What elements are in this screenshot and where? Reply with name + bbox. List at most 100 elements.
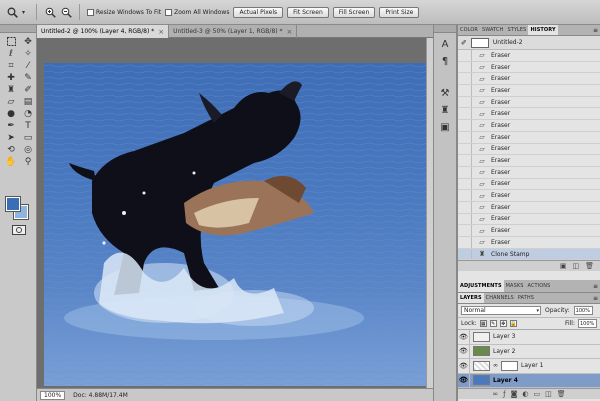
lasso-tool-icon[interactable]: ℓ [4,48,18,59]
tool-presets-icon[interactable]: ⚒ [438,87,452,99]
history-brush-source-icon[interactable]: ✐ [461,39,467,47]
blend-mode-select[interactable]: Normal ▾ [461,306,541,315]
foreground-color-swatch[interactable] [5,196,21,212]
info-panel-icon[interactable]: ▣ [438,121,452,133]
clone-source-icon[interactable]: ♜ [438,104,452,116]
tab-history[interactable]: HISTORY [528,25,558,35]
tab-swatches[interactable]: SWATCH [480,25,506,35]
tab-channels[interactable]: CHANNELS [484,293,516,303]
crop-tool-icon[interactable]: ⌗ [4,60,18,71]
lock-position-icon[interactable]: ✥ [499,320,507,327]
lock-transparency-icon[interactable]: ▦ [479,320,487,327]
paragraph-panel-icon[interactable]: ¶ [438,55,452,67]
checkbox-box[interactable] [165,8,173,16]
history-state[interactable]: ▱ Eraser [458,237,600,249]
layer-row-layer-2[interactable]: 👁 Layer 2 [458,344,600,359]
layer-row-layer-4[interactable]: 👁 Layer 4 [458,373,600,388]
blur-tool-icon[interactable]: ● [4,108,18,119]
history-state[interactable]: ▱ Eraser [458,120,600,132]
character-panel-icon[interactable]: A [438,38,452,50]
actual-pixels-button[interactable]: Actual Pixels [233,6,284,18]
visibility-eye-icon[interactable]: 👁 [458,359,470,373]
visibility-eye-icon[interactable]: 👁 [458,330,470,344]
gradient-tool-icon[interactable]: ▤ [21,96,35,107]
doc-tab-untitled-3[interactable]: Untitled-3 @ 50% (Layer 1, RGB/8) * × [169,25,298,38]
print-size-button[interactable]: Print Size [379,6,420,18]
magic-wand-tool-icon[interactable]: ✧ [21,48,35,59]
document-size-info[interactable]: Doc: 4.88M/17.4M [73,392,128,399]
doc-tab-untitled-2[interactable]: Untitled-2 @ 100% (Layer 4, RGB/8) * × [37,25,170,38]
history-state[interactable]: ▱ Eraser [458,85,600,97]
layer-mask-thumbnail[interactable] [501,360,518,371]
history-state[interactable]: ▱ Eraser [458,50,600,62]
zoom-out-icon[interactable] [60,6,72,18]
history-state[interactable]: ▱ Eraser [458,190,600,202]
new-layer-icon[interactable]: ◫ [545,390,552,398]
visibility-eye-icon[interactable]: 👁 [458,344,470,358]
close-icon[interactable]: × [287,28,293,36]
history-state[interactable]: ▱ Eraser [458,225,600,237]
3d-orbit-tool-icon[interactable]: ◎ [21,144,35,155]
history-brush-tool-icon[interactable]: ✐ [21,84,35,95]
tab-masks[interactable]: MASKS [504,280,526,292]
fit-screen-button[interactable]: Fit Screen [287,6,329,18]
path-selection-tool-icon[interactable]: ➤ [4,132,18,143]
layer-row-layer-3[interactable]: 👁 Layer 3 [458,330,600,345]
history-state[interactable]: ▱ Eraser [458,108,600,121]
panel-menu-icon[interactable]: ≡ [591,293,600,303]
tool-preset-dropdown-icon[interactable]: ▾ [22,9,25,16]
visibility-eye-icon[interactable]: 👁 [458,373,470,387]
eyedropper-tool-icon[interactable]: ⁄ [21,60,35,71]
quick-mask-icon[interactable] [12,225,26,235]
layer-style-icon[interactable]: ƒ [503,390,505,398]
history-state[interactable]: ▱ Eraser [458,166,600,179]
history-snapshot[interactable]: ✐ Untitled-2 [458,36,600,50]
zoom-level-field[interactable]: 100% [40,390,66,400]
tab-adjustments[interactable]: ADJUSTMENTS [458,280,504,292]
trash-icon[interactable]: 🗑 [585,262,594,270]
lock-all-icon[interactable]: 🔒 [509,320,517,327]
pen-tool-icon[interactable]: ✒ [4,120,18,131]
checkbox-box[interactable] [87,8,95,16]
zoom-in-icon[interactable] [44,6,56,18]
panel-menu-icon[interactable]: ≡ [591,280,600,292]
opacity-field[interactable]: 100% [573,306,593,315]
tab-color[interactable]: COLOR [458,25,480,35]
history-state-current[interactable]: ♜ Clone Stamp [458,248,600,261]
history-state[interactable]: ▱ Eraser [458,96,600,109]
history-state[interactable]: ▱ Eraser [458,131,600,144]
zoom-tool-icon[interactable]: ⚲ [21,156,35,167]
panel-menu-icon[interactable]: ≡ [591,25,600,35]
vertical-scrollbar[interactable] [426,38,433,388]
healing-brush-tool-icon[interactable]: ✚ [4,72,18,83]
adjustment-layer-icon[interactable]: ◐ [522,390,528,398]
trash-icon[interactable]: 🗑 [557,390,566,398]
resize-windows-checkbox[interactable]: Resize Windows To Fit [87,8,161,16]
dodge-tool-icon[interactable]: ◔ [21,108,35,119]
history-state[interactable]: ▱ Eraser [458,201,600,214]
move-tool-icon[interactable]: ✥ [21,36,35,47]
layer-row-layer-1[interactable]: 👁 ∞ Layer 1 [458,359,600,374]
zoom-all-windows-checkbox[interactable]: Zoom All Windows [165,8,229,16]
add-mask-icon[interactable]: ◙ [511,390,518,398]
tab-layers[interactable]: LAYERS [458,293,484,303]
tab-actions[interactable]: ACTIONS [526,280,553,292]
history-state[interactable]: ▱ Eraser [458,155,600,167]
panel-grip[interactable] [434,25,456,33]
clone-stamp-tool-icon[interactable]: ♜ [4,84,18,95]
hand-tool-icon[interactable]: ✋ [4,156,18,167]
fill-field[interactable]: 100% [578,319,597,328]
new-document-from-state-icon[interactable]: ▣ [560,262,567,270]
marquee-tool-icon[interactable] [4,36,18,47]
tab-paths[interactable]: PATHS [516,293,536,303]
history-state[interactable]: ▱ Eraser [458,61,600,74]
new-snapshot-icon[interactable]: ◫ [572,262,579,270]
close-icon[interactable]: × [158,28,164,36]
image-canvas[interactable] [44,63,430,386]
panel-grip[interactable] [0,25,36,33]
type-tool-icon[interactable]: T [21,120,35,131]
link-layers-icon[interactable]: ∞ [492,390,498,398]
fill-screen-button[interactable]: Fill Screen [332,6,376,18]
history-state[interactable]: ▱ Eraser [458,143,600,156]
brush-tool-icon[interactable]: ✎ [21,72,35,83]
